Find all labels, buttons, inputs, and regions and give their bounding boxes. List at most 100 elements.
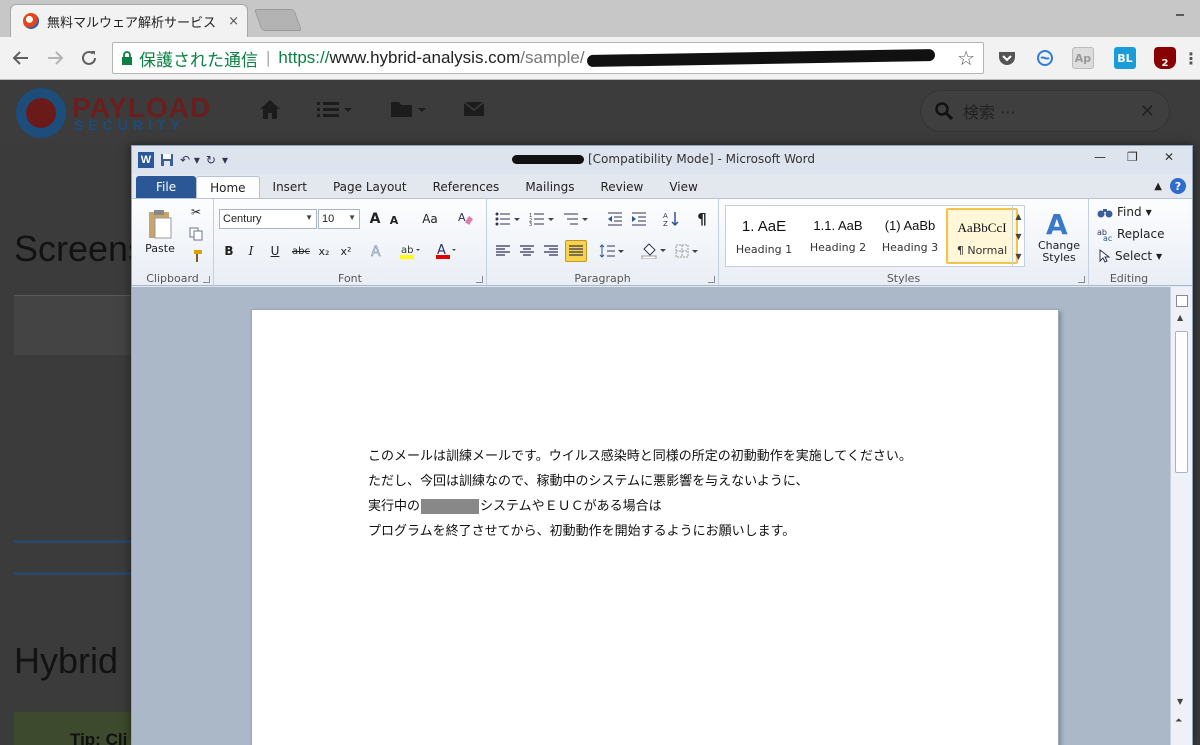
font-color-icon[interactable]: A bbox=[432, 241, 460, 261]
bl-icon[interactable]: BL bbox=[1114, 47, 1136, 69]
forward-arrow-icon[interactable] bbox=[42, 45, 68, 71]
tab-close-icon[interactable]: × bbox=[228, 14, 239, 29]
cut-icon[interactable]: ✂ bbox=[186, 203, 206, 221]
minimize-icon[interactable] bbox=[1160, 0, 1200, 22]
align-left-icon[interactable] bbox=[493, 241, 513, 261]
ruler-toggle-icon[interactable] bbox=[1176, 295, 1188, 307]
clear-formatting-icon[interactable]: A bbox=[454, 207, 478, 229]
customize-qat-icon[interactable]: ▾ bbox=[222, 153, 228, 167]
ublock-icon[interactable]: 2 bbox=[1154, 47, 1176, 69]
bold-button[interactable]: B bbox=[220, 241, 238, 261]
clipboard-launcher-icon[interactable] bbox=[203, 276, 210, 283]
scrollbar-thumb[interactable] bbox=[1175, 331, 1188, 473]
site-search-box[interactable]: 検索 ··· ✕ bbox=[920, 90, 1170, 132]
multilevel-list-icon[interactable] bbox=[561, 209, 591, 229]
replace-button[interactable]: ab ac Replace bbox=[1097, 227, 1164, 241]
redo-icon[interactable]: ↻ bbox=[206, 153, 216, 167]
tab-review[interactable]: Review bbox=[588, 176, 657, 198]
font-size-combo[interactable]: 10 ▼ bbox=[318, 209, 360, 229]
bookmark-star-icon[interactable]: ☆ bbox=[957, 46, 975, 71]
style-heading-3[interactable]: (1) AaBb Heading 3 bbox=[874, 208, 946, 264]
browser-tab-active[interactable]: 無料マルウェア解析サービス × bbox=[10, 4, 248, 37]
address-bar[interactable]: 保護された通信 | https:// www.hybrid-analysis.c… bbox=[112, 42, 984, 74]
show-formatting-button[interactable]: ¶ bbox=[693, 209, 711, 229]
highlight-color-icon[interactable]: ab bbox=[396, 241, 424, 261]
style-normal[interactable]: AaBbCcI ¶ Normal bbox=[946, 208, 1018, 264]
save-icon[interactable] bbox=[160, 153, 174, 167]
paste-button[interactable]: Paste bbox=[140, 203, 180, 259]
vertical-scrollbar[interactable]: ▲ ▼ ⏶ bbox=[1170, 287, 1192, 745]
sort-icon[interactable]: AZ bbox=[661, 209, 681, 229]
strikethrough-button[interactable]: abc bbox=[290, 241, 312, 261]
more-styles-icon[interactable]: ▼ bbox=[1015, 252, 1021, 261]
list-menu-icon[interactable] bbox=[316, 98, 354, 120]
change-styles-button[interactable]: A Change Styles bbox=[1034, 203, 1084, 269]
reload-icon[interactable] bbox=[76, 45, 102, 71]
word-logo-icon[interactable]: W bbox=[138, 152, 154, 168]
new-tab-button[interactable] bbox=[253, 9, 303, 31]
shading-icon[interactable] bbox=[639, 241, 669, 261]
undo-icon[interactable]: ↶ ▾ bbox=[180, 153, 200, 167]
format-painter-icon[interactable] bbox=[186, 247, 206, 265]
text-effects-icon[interactable]: A bbox=[366, 241, 388, 261]
ap-icon[interactable]: Ap bbox=[1072, 47, 1094, 69]
scroll-up-icon[interactable]: ▲ bbox=[1177, 313, 1183, 322]
line-spacing-icon[interactable] bbox=[597, 241, 627, 261]
tab-file[interactable]: File bbox=[136, 176, 197, 198]
increase-indent-icon[interactable] bbox=[629, 209, 649, 229]
clear-search-icon[interactable]: ✕ bbox=[1140, 101, 1155, 122]
paragraph-launcher-icon[interactable] bbox=[708, 276, 715, 283]
document-page[interactable]: このメールは訓練メールです。ウイルス感染時と同様の所定の初動動作を実施してくださ… bbox=[251, 309, 1059, 745]
tab-page-layout[interactable]: Page Layout bbox=[320, 176, 420, 198]
shrink-font-button[interactable]: A bbox=[386, 211, 402, 229]
find-button[interactable]: Find ▼ bbox=[1097, 205, 1152, 219]
tab-mailings[interactable]: Mailings bbox=[512, 176, 587, 198]
select-button[interactable]: Select ▼ bbox=[1097, 249, 1162, 263]
sync-icon[interactable] bbox=[1034, 47, 1056, 69]
previous-page-icon[interactable]: ⏶ bbox=[1175, 716, 1182, 726]
mail-icon[interactable] bbox=[462, 98, 486, 120]
chevron-up-icon[interactable]: ▲ bbox=[1015, 212, 1021, 221]
tab-home[interactable]: Home bbox=[196, 176, 260, 198]
change-case-button[interactable]: Aa bbox=[416, 209, 444, 229]
font-launcher-icon[interactable] bbox=[476, 276, 483, 283]
decrease-indent-icon[interactable] bbox=[605, 209, 625, 229]
search-icon bbox=[935, 102, 953, 120]
numbering-icon[interactable]: 123 bbox=[527, 209, 557, 229]
back-arrow-icon[interactable] bbox=[8, 45, 34, 71]
copy-icon[interactable] bbox=[186, 225, 206, 243]
help-icon[interactable]: ? bbox=[1170, 178, 1186, 194]
screenshot-thumbnail[interactable] bbox=[14, 295, 134, 355]
tab-insert[interactable]: Insert bbox=[260, 176, 320, 198]
svg-text:Z: Z bbox=[663, 220, 668, 227]
home-icon[interactable] bbox=[258, 98, 282, 120]
align-center-icon[interactable] bbox=[517, 241, 537, 261]
word-close-icon[interactable]: ✕ bbox=[1164, 150, 1174, 164]
font-name-combo[interactable]: Century ▼ bbox=[219, 209, 317, 229]
underline-button[interactable]: U bbox=[266, 241, 284, 261]
align-right-icon[interactable] bbox=[541, 241, 561, 261]
style-heading-2[interactable]: 1.1. AaB Heading 2 bbox=[802, 208, 874, 264]
superscript-button[interactable]: x² bbox=[336, 241, 356, 261]
styles-gallery-scroll[interactable]: ▲ ▼ ▼ bbox=[1012, 206, 1024, 266]
justify-icon[interactable] bbox=[565, 240, 587, 262]
folder-menu-icon[interactable] bbox=[390, 98, 428, 120]
borders-icon[interactable] bbox=[673, 241, 703, 261]
tab-view[interactable]: View bbox=[656, 176, 710, 198]
bullets-icon[interactable] bbox=[493, 209, 523, 229]
word-minimize-icon[interactable]: — bbox=[1094, 150, 1106, 164]
word-restore-icon[interactable]: ❐ bbox=[1127, 150, 1138, 164]
paragraph-group: 123 AZ ¶ Paragraph bbox=[487, 199, 719, 287]
pocket-icon[interactable] bbox=[996, 47, 1018, 69]
style-heading-1[interactable]: 1. AaE Heading 1 bbox=[728, 208, 800, 264]
menu-dots-icon[interactable]: ⋮ bbox=[1180, 47, 1200, 69]
italic-button[interactable]: I bbox=[242, 241, 260, 261]
tab-references[interactable]: References bbox=[420, 176, 513, 198]
minimize-ribbon-icon[interactable]: ▲ bbox=[1154, 181, 1162, 192]
styles-launcher-icon[interactable] bbox=[1078, 276, 1085, 283]
ribbon-tabs: File Home Insert Page Layout References … bbox=[132, 174, 1192, 198]
subscript-button[interactable]: x₂ bbox=[314, 241, 334, 261]
chevron-down-icon[interactable]: ▼ bbox=[1015, 232, 1021, 241]
grow-font-button[interactable]: A bbox=[366, 209, 384, 229]
scroll-down-icon[interactable]: ▼ bbox=[1177, 697, 1183, 706]
